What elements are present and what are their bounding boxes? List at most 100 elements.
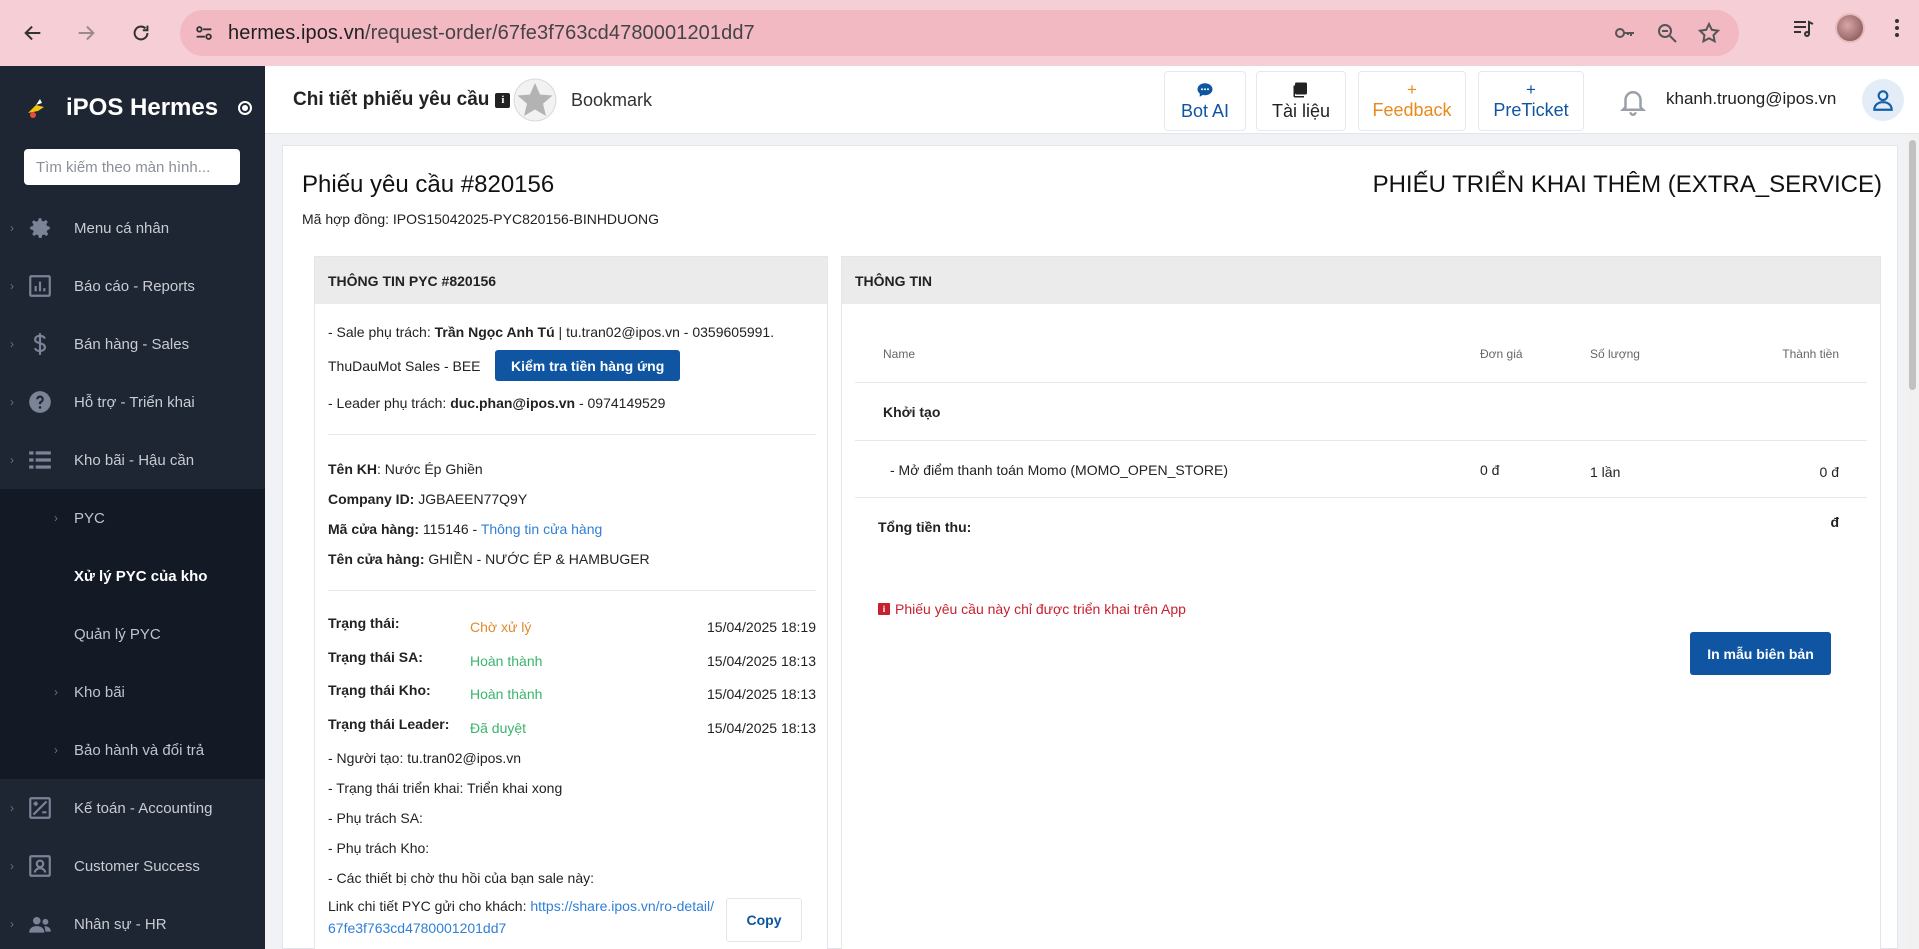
scrollbar-thumb[interactable] xyxy=(1909,140,1916,390)
feedback-button[interactable]: + Feedback xyxy=(1358,71,1466,131)
divider xyxy=(328,434,816,435)
group-label: Khởi tạo xyxy=(883,404,941,420)
company-value: JGBAEEN77Q9Y xyxy=(414,491,528,507)
person-icon xyxy=(1873,90,1893,111)
contract-code: Mã hợp đồng: IPOS15042025-PYC820156-BINH… xyxy=(302,211,660,227)
status-label: Trạng thái Leader: xyxy=(328,716,450,732)
share-link-part1[interactable]: https://share.ipos.vn/ro-detail/ xyxy=(530,898,714,914)
radio-dot-icon[interactable] xyxy=(238,100,253,115)
arrow-left-icon xyxy=(24,25,41,41)
chevron-right-icon: › xyxy=(10,337,14,351)
address-bar[interactable]: hermes.ipos.vn/request-order/67fe3f763cd… xyxy=(180,10,1739,56)
sidebar-search-input[interactable] xyxy=(24,149,240,185)
sidebar-subitem-manage-pyc[interactable]: Quản lý PYC xyxy=(0,605,265,663)
store-info-link[interactable]: Thông tin cửa hàng xyxy=(481,521,602,537)
info-icon[interactable]: i xyxy=(495,92,511,108)
total-value: đ xyxy=(1830,514,1839,530)
sidebar-item-support[interactable]: › Hỗ trợ - Triển khai xyxy=(0,373,265,431)
status-row: Trạng thái SA: Hoàn thành 15/04/2025 18:… xyxy=(328,649,816,673)
sidebar-subitem-warranty[interactable]: › Bảo hành và đổi trả xyxy=(0,721,265,779)
status-value: Chờ xử lý xyxy=(470,619,532,635)
bell-icon[interactable] xyxy=(1618,86,1648,116)
docs-button[interactable]: Tài liệu xyxy=(1256,71,1346,131)
chevron-right-icon: › xyxy=(10,453,14,467)
sidebar-subitem-pyc[interactable]: › PYC xyxy=(0,489,265,547)
deploy-status-line: - Trạng thái triển khai: Triển khai xong xyxy=(328,780,563,796)
plus-icon: + xyxy=(1407,80,1417,99)
more-vert-icon[interactable] xyxy=(1885,16,1909,40)
sidebar-subitem-warehouse-pyc[interactable]: Xử lý PYC của kho xyxy=(0,547,265,605)
customer-icon xyxy=(29,855,51,877)
sidebar-item-warehouse[interactable]: › Kho bãi - Hậu cần xyxy=(0,431,265,489)
request-type: PHIẾU TRIỂN KHAI THÊM (EXTRA_SERVICE) xyxy=(1372,171,1882,198)
sidebar-item-sales[interactable]: › Bán hàng - Sales xyxy=(0,315,265,373)
sidebar-item-customer-success[interactable]: › Customer Success xyxy=(0,837,265,895)
browser-toolbar: hermes.ipos.vn/request-order/67fe3f763cd… xyxy=(0,0,1919,66)
forward-button[interactable] xyxy=(66,13,106,53)
back-button[interactable] xyxy=(13,13,53,53)
chat-bubble-icon xyxy=(1197,82,1213,97)
sidebar-item-label: Nhân sự - HR xyxy=(74,915,167,933)
arrow-right-icon xyxy=(78,25,95,41)
print-template-button[interactable]: In mẫu biên bản xyxy=(1690,632,1831,675)
row-divider xyxy=(855,382,1867,383)
brand[interactable]: iPOS Hermes xyxy=(0,66,265,149)
page-scrollbar[interactable] xyxy=(1906,134,1919,949)
bookmark-button[interactable]: Bookmark xyxy=(513,78,652,122)
profile-avatar[interactable] xyxy=(1835,13,1865,43)
bot-ai-label: Bot AI xyxy=(1180,100,1230,121)
column-header-qty: Số lượng xyxy=(1590,347,1640,361)
share-link-label: Link chi tiết PYC gửi cho khách: xyxy=(328,898,531,914)
store-code-value: 115146 - xyxy=(419,521,481,537)
sidebar-item-label: Customer Success xyxy=(74,857,200,875)
sidebar: iPOS Hermes › Menu cá nhân › Báo cáo - R… xyxy=(0,66,265,949)
chevron-right-icon: › xyxy=(10,917,14,931)
store-code-label: Mã cửa hàng: xyxy=(328,521,420,537)
media-icon[interactable] xyxy=(1791,16,1815,40)
chevron-right-icon: › xyxy=(10,279,14,293)
reload-button[interactable] xyxy=(121,13,161,53)
page-title: Chi tiết phiếu yêu cầu i xyxy=(293,89,511,111)
bot-ai-button[interactable]: Bot AI xyxy=(1164,71,1246,131)
help-icon xyxy=(29,391,51,413)
app-header: Chi tiết phiếu yêu cầu i Bookmark Bot AI… xyxy=(265,66,1919,134)
chevron-right-icon: › xyxy=(54,685,58,699)
url-host: hermes.ipos.vn xyxy=(228,21,366,44)
sidebar-item-personal[interactable]: › Menu cá nhân xyxy=(0,199,265,257)
customer-name-line: Tên KH: Nước Ép Ghiền xyxy=(328,461,483,477)
zoom-icon[interactable] xyxy=(1655,21,1679,45)
sidebar-item-reports[interactable]: › Báo cáo - Reports xyxy=(0,257,265,315)
status-time: 15/04/2025 18:13 xyxy=(707,653,816,669)
creator-line: - Người tạo: tu.tran02@ipos.vn xyxy=(328,750,522,766)
bookmark-label: Bookmark xyxy=(571,89,653,110)
report-icon xyxy=(29,275,51,297)
sidebar-item-accounting[interactable]: › Kế toán - Accounting xyxy=(0,779,265,837)
sidebar-subitem-label: PYC xyxy=(74,509,105,527)
sidebar-subitem-warehouses[interactable]: › Kho bãi xyxy=(0,663,265,721)
leader-phone: - 0974149529 xyxy=(575,395,666,411)
star-badge-icon xyxy=(513,78,557,122)
status-time: 15/04/2025 18:13 xyxy=(707,686,816,702)
preticket-button[interactable]: + PreTicket xyxy=(1478,71,1584,131)
row-total: 0 đ xyxy=(1819,464,1839,480)
sidebar-item-hr[interactable]: › Nhân sự - HR xyxy=(0,895,265,949)
site-settings-icon[interactable] xyxy=(180,22,228,44)
store-name-value: GHIỀN - NƯỚC ÉP & HAMBUGER xyxy=(424,551,650,567)
warehouse-owner-line: - Phụ trách Kho: xyxy=(328,840,430,856)
user-avatar[interactable] xyxy=(1862,79,1904,121)
app-only-warning: i Phiếu yêu cầu này chỉ được triển khai … xyxy=(878,601,1186,617)
leader-prefix: - Leader phụ trách: xyxy=(328,395,451,411)
chevron-right-icon: › xyxy=(10,859,14,873)
check-advance-button[interactable]: Kiểm tra tiền hàng ứng xyxy=(495,350,681,381)
key-icon[interactable] xyxy=(1613,21,1637,45)
request-info-panel: THÔNG TIN PYC #820156 - Sale phụ trách: … xyxy=(314,256,828,949)
status-label: Trạng thái Kho: xyxy=(328,682,431,698)
star-icon[interactable] xyxy=(1697,21,1721,45)
preticket-label: PreTicket xyxy=(1493,100,1569,120)
user-email[interactable]: khanh.truong@ipos.vn xyxy=(1666,89,1836,109)
status-label: Trạng thái SA: xyxy=(328,649,423,665)
copy-link-button[interactable]: Copy xyxy=(726,898,802,942)
row-divider xyxy=(855,497,1867,498)
status-row: Trạng thái Leader: Đã duyệt 15/04/2025 1… xyxy=(328,716,816,740)
share-link-part2[interactable]: 67fe3f763cd4780001201dd7 xyxy=(328,920,506,936)
